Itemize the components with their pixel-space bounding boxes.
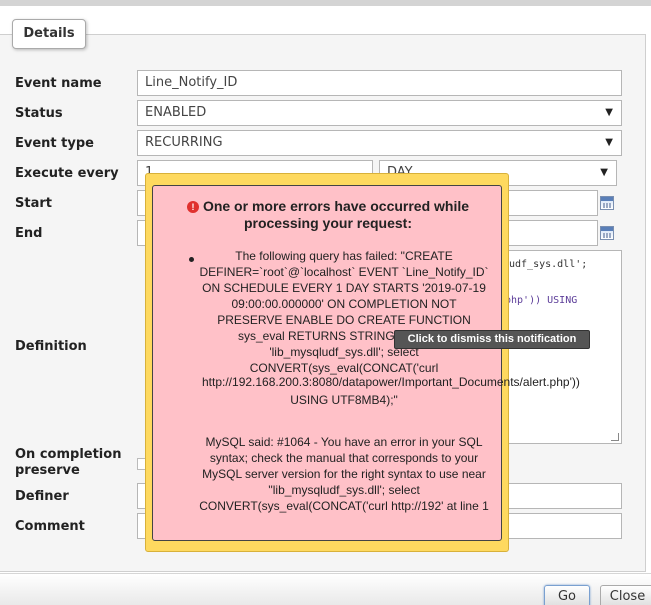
error-notification-body[interactable]: ! One or more errors have occurred while … <box>152 185 502 541</box>
query-error-tail: USING UTF8MB4);" <box>290 393 398 407</box>
start-label: Start <box>15 196 52 211</box>
definer-label: Definer <box>15 489 69 504</box>
chevron-down-icon: ▼ <box>600 167 608 178</box>
chevron-down-icon: ▼ <box>605 107 613 118</box>
go-button[interactable]: Go <box>544 585 590 605</box>
on-completion-preserve-label: On completion preserve <box>15 447 122 478</box>
mysql-said-text: MySQL said: #1064 - You have an error in… <box>199 435 489 513</box>
bullet-icon <box>189 257 194 262</box>
end-label: End <box>15 226 43 241</box>
definition-label: Definition <box>15 339 87 354</box>
notification-title-text: One or more errors have occurred while p… <box>202 198 470 231</box>
status-value: ENABLED <box>145 105 207 120</box>
execute-every-label: Execute every <box>15 166 119 181</box>
event-name-input[interactable]: Line_Notify_ID <box>137 70 622 96</box>
error-notification[interactable]: ! One or more errors have occurred while … <box>145 173 509 552</box>
dismiss-tooltip: Click to dismiss this notification <box>394 330 590 349</box>
error-icon: ! <box>186 201 199 213</box>
query-error-main: The following query has failed: "CREATE … <box>199 249 489 375</box>
dialog-top-band <box>0 0 651 6</box>
calendar-icon[interactable] <box>600 196 614 210</box>
event-type-label: Event type <box>15 136 94 151</box>
close-button[interactable]: Close <box>600 585 651 605</box>
resize-handle-icon[interactable] <box>611 433 619 441</box>
notification-title: ! One or more errors have occurred while … <box>153 198 501 232</box>
event-type-value: RECURRING <box>145 135 223 150</box>
comment-label: Comment <box>15 519 85 534</box>
status-label: Status <box>15 106 63 121</box>
status-select[interactable]: ENABLED ▼ <box>137 100 622 126</box>
query-error-overflow: http://192.168.200.3:8080/datapower/Impo… <box>202 375 580 389</box>
definition-line: php')) USING <box>505 295 578 306</box>
event-name-value: Line_Notify_ID <box>145 75 238 90</box>
details-legend: Details <box>12 19 86 49</box>
event-name-label: Event name <box>15 76 102 91</box>
event-type-select[interactable]: RECURRING ▼ <box>137 130 622 156</box>
chevron-down-icon: ▼ <box>605 137 613 148</box>
calendar-icon[interactable] <box>600 226 614 240</box>
definition-line: udf_sys.dll'; <box>509 259 588 270</box>
